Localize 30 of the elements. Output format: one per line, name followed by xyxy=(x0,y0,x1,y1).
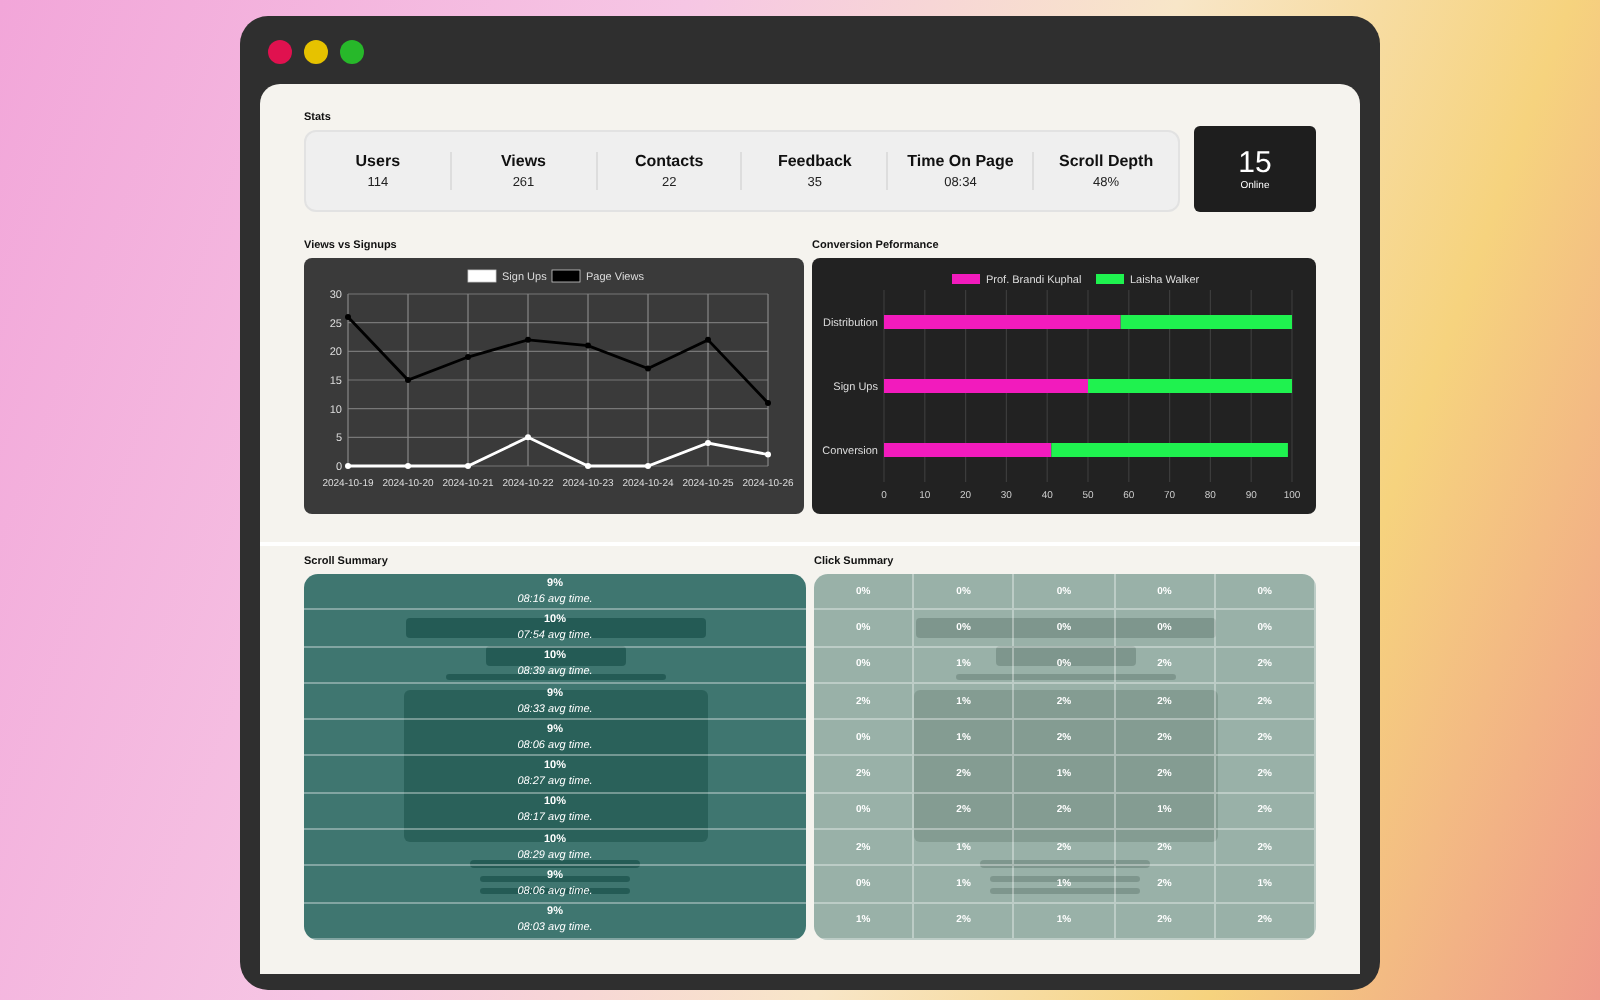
data-point xyxy=(345,463,351,469)
stat-label: Views xyxy=(500,152,547,170)
minimize-dot-icon[interactable] xyxy=(304,40,328,64)
data-point xyxy=(525,336,531,343)
data-point xyxy=(765,399,771,406)
data-point xyxy=(705,440,711,447)
maximize-dot-icon[interactable] xyxy=(340,40,364,64)
stat-label: Users xyxy=(355,152,401,170)
stat-label: Contacts xyxy=(634,152,704,170)
data-point xyxy=(705,336,711,343)
legend-swatch xyxy=(952,274,980,284)
data-point xyxy=(405,377,411,383)
online-count: 15 xyxy=(1238,146,1272,180)
data-point xyxy=(645,463,651,469)
data-point xyxy=(585,463,591,469)
data-point xyxy=(345,313,351,320)
data-point xyxy=(765,451,771,458)
legend-swatch xyxy=(467,269,497,283)
stat-label: Time On Page xyxy=(907,152,1014,170)
data-point xyxy=(585,342,591,349)
data-point xyxy=(525,434,531,441)
data-point xyxy=(405,463,411,469)
data-point xyxy=(645,365,651,372)
close-dot-icon[interactable] xyxy=(268,40,292,64)
stat-label: Scroll Depth xyxy=(1058,152,1154,170)
stat-label: Feedback xyxy=(777,152,852,170)
legend-swatch xyxy=(1096,274,1124,284)
data-point xyxy=(465,354,471,361)
data-point xyxy=(465,463,471,469)
legend-swatch xyxy=(551,269,581,283)
